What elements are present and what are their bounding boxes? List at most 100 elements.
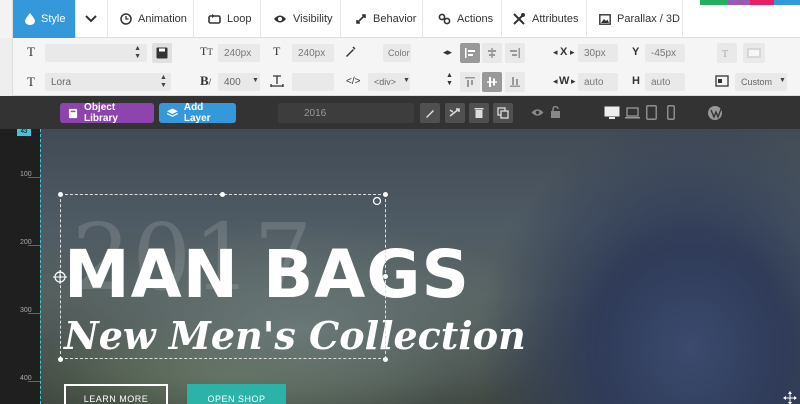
align-right-button[interactable] (505, 43, 525, 63)
tab-behavior[interactable]: Behavior (341, 0, 423, 38)
move-cursor-icon (783, 391, 797, 404)
valign-top-button[interactable] (460, 72, 480, 92)
layers-icon (167, 108, 178, 117)
height-field[interactable]: auto (645, 73, 685, 91)
valign-bottom-button[interactable] (505, 72, 525, 92)
code-icon: </> (346, 76, 361, 87)
move-handle-icon[interactable] (52, 269, 68, 285)
letter-spacing-field[interactable] (292, 73, 334, 91)
learn-more-button[interactable]: LEARN MORE (64, 384, 168, 404)
resize-handle[interactable] (383, 192, 388, 197)
resize-handle[interactable] (220, 192, 225, 197)
line-height-field[interactable]: 240px (292, 44, 334, 62)
color-strip-green (700, 0, 728, 5)
tab-actions[interactable]: Actions (423, 0, 502, 38)
trash-icon (474, 108, 484, 118)
open-shop-button[interactable]: OPEN SHOP (187, 384, 286, 404)
link-icon (438, 13, 451, 25)
align-center-icon (488, 48, 496, 58)
tab-more-dropdown[interactable] (76, 0, 108, 38)
editor-tab-bar: Style Animation Loop Visibility Behavior… (0, 0, 800, 38)
object-library-button[interactable]: Object Library (60, 102, 154, 124)
font-template-icon: T (27, 44, 35, 59)
rotate-handle-icon[interactable] (372, 196, 382, 206)
settings-left-strip (0, 38, 13, 96)
font-weight-arrow-icon: ▼ (252, 77, 259, 84)
y-position-field[interactable]: -45px (645, 44, 685, 62)
wrench-icon (513, 13, 525, 25)
frame-icon (747, 48, 761, 58)
save-template-button[interactable] (152, 43, 172, 63)
horizontal-arrows-icon: ◂▸ (443, 47, 453, 57)
align-right-icon (510, 48, 520, 58)
tab-visibility[interactable]: Visibility (261, 0, 341, 38)
desktop-icon[interactable] (604, 106, 620, 120)
x-arrows-icon: ◂ (553, 47, 558, 57)
updown-arrows-icon: ▲ ▼ (134, 45, 141, 60)
text-transform-button[interactable]: T (717, 43, 737, 63)
resize-handle[interactable] (58, 192, 63, 197)
ruler-mark: 300 (20, 307, 32, 314)
valign-middle-icon (487, 77, 497, 87)
font-template-select[interactable]: ▲ ▼ (45, 44, 147, 62)
width-field[interactable]: auto (578, 73, 618, 91)
font-weight-icon: B/ (200, 73, 212, 88)
delete-layer-button[interactable] (469, 103, 489, 123)
eye-toggle-icon[interactable] (531, 108, 544, 117)
color-strip-pink (750, 0, 774, 5)
layer-select[interactable]: 2016 (278, 103, 414, 123)
size-mode-icon (715, 75, 729, 87)
duplicate-layer-button[interactable] (493, 103, 513, 123)
resize-handle[interactable] (383, 357, 388, 362)
vertical-guide-line[interactable] (40, 129, 41, 404)
font-family-icon: T (27, 74, 35, 89)
font-family-select[interactable]: Lora (45, 73, 171, 91)
pen-icon (346, 46, 356, 57)
object-library-label: Object Library (84, 102, 118, 124)
valign-bottom-icon (510, 77, 520, 87)
font-size-field[interactable]: 240px (218, 44, 260, 62)
resize-handle[interactable] (383, 274, 388, 279)
tab-visibility-label: Visibility (293, 13, 333, 25)
tab-loop[interactable]: Loop (194, 0, 261, 38)
chevron-down-icon (85, 15, 97, 23)
shuffle-layer-button[interactable] (445, 103, 465, 123)
tab-style[interactable]: Style (13, 0, 76, 38)
ruler-mark: 400 (20, 375, 32, 382)
tab-actions-label: Actions (457, 13, 494, 25)
wordpress-icon[interactable] (707, 105, 725, 121)
floppy-icon (156, 47, 168, 59)
lock-icon[interactable] (550, 106, 561, 118)
phone-icon[interactable] (667, 105, 675, 120)
tab-attributes[interactable]: Attributes (502, 0, 587, 38)
x-position-field[interactable]: 30px (578, 44, 618, 62)
text-transform-icon: T (722, 49, 728, 59)
add-layer-button[interactable]: Add Layer (159, 102, 236, 124)
clock-icon (120, 13, 132, 25)
edit-layer-button[interactable] (420, 103, 440, 123)
selection-box[interactable] (60, 194, 386, 359)
w-label: W (559, 75, 570, 87)
valign-middle-button[interactable] (482, 72, 502, 92)
tab-animation[interactable]: Animation (108, 0, 194, 38)
book-icon (68, 108, 78, 118)
align-left-icon (465, 48, 475, 58)
letter-spacing-icon (270, 75, 284, 87)
align-center-button[interactable] (482, 43, 502, 63)
align-left-button[interactable] (460, 43, 480, 63)
tablet-icon[interactable] (646, 105, 657, 120)
resize-handle[interactable] (58, 357, 63, 362)
y-label: Y (632, 46, 640, 58)
font-size-icon: TT (200, 44, 213, 58)
drop-icon (25, 13, 35, 25)
tab-parallax[interactable]: Parallax / 3D (587, 0, 683, 38)
tag-arrow-icon: ▼ (403, 77, 410, 84)
laptop-icon[interactable] (625, 107, 640, 119)
x-arrow-right-icon: ▸ (570, 47, 575, 57)
tab-attributes-label: Attributes (532, 13, 579, 25)
frame-toggle-button[interactable] (743, 43, 765, 63)
slide-canvas[interactable]: 43 100 200 300 400 2017 MAN BAGS New Men… (0, 129, 800, 404)
vertical-arrows-icon: ▲ ▼ (446, 72, 453, 87)
tab-animation-label: Animation (138, 13, 187, 25)
color-button[interactable]: Color (383, 44, 411, 62)
